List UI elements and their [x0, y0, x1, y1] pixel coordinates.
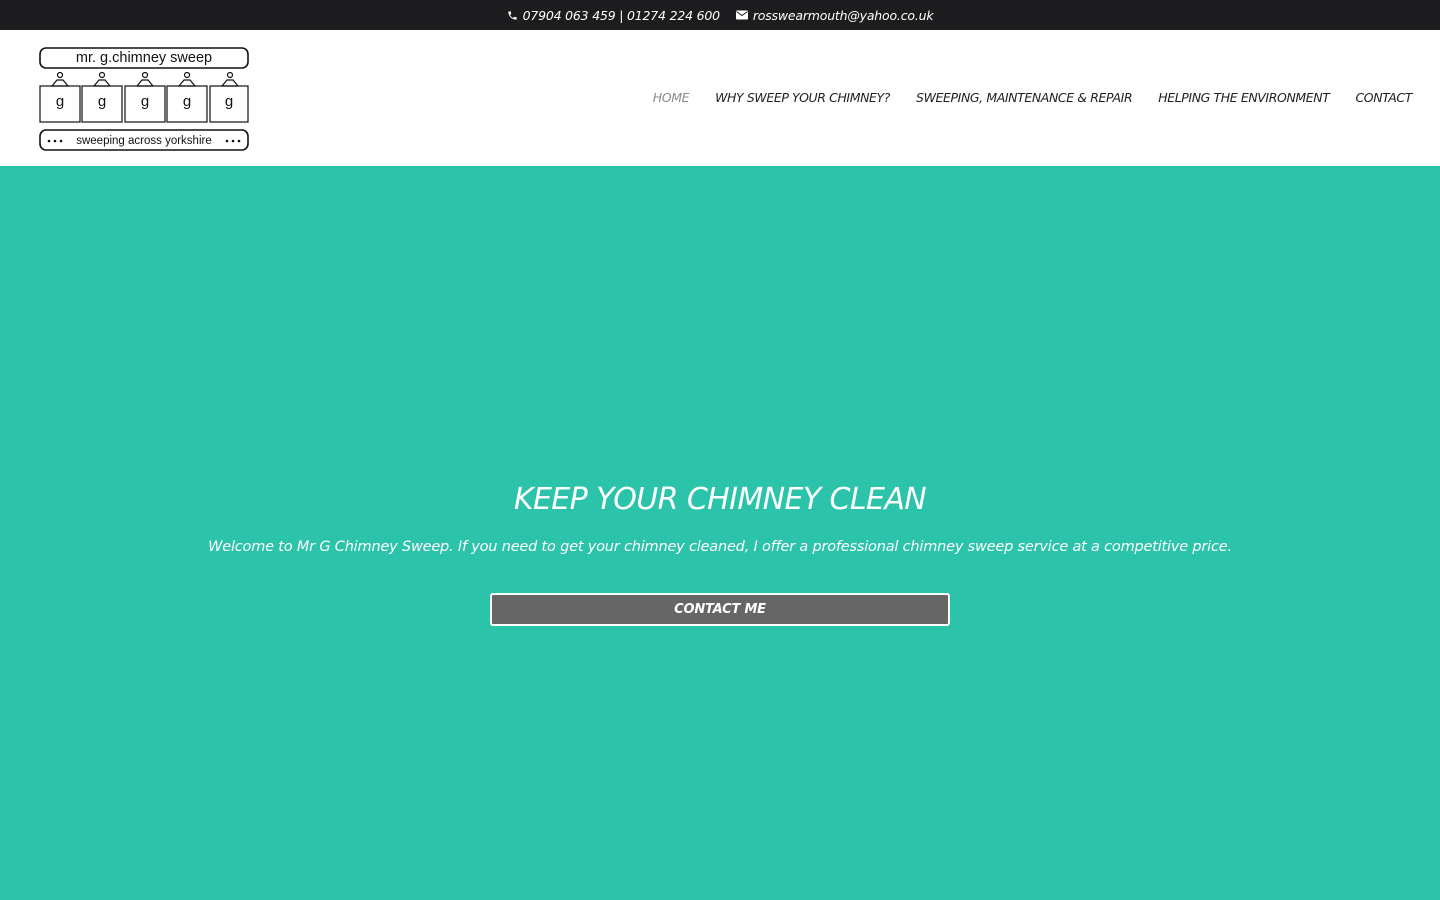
- logo-bag-letter: g: [183, 93, 191, 110]
- logo-tagline: sweeping across yorkshire: [76, 135, 212, 147]
- logo-bag-letter: g: [98, 93, 106, 110]
- email-address: rosswearmouth@yahoo.co.uk: [752, 7, 934, 23]
- phone-numbers: 07904 063 459 | 01274 224 600: [522, 7, 720, 23]
- logo-bag-letter: g: [141, 93, 149, 110]
- logo-title: mr. g.chimney sweep: [76, 50, 212, 66]
- hero-text: Welcome to Mr G Chimney Sweep. If you ne…: [208, 539, 1232, 555]
- email-contact[interactable]: rosswearmouth@yahoo.co.uk: [735, 7, 934, 23]
- nav-item-helping-environment[interactable]: HELPING THE ENVIRONMENT: [1158, 90, 1330, 105]
- top-bar: 07904 063 459 | 01274 224 600 rosswearmo…: [0, 0, 1440, 30]
- logo-bag-letter: g: [56, 93, 64, 110]
- site-header: mr. g.chimney sweep g g g g g sweeping a…: [0, 30, 1440, 166]
- hero-heading: KEEP YOUR CHIMNEY CLEAN: [513, 482, 927, 517]
- nav-item-contact[interactable]: CONTACT: [1355, 90, 1412, 105]
- main-nav: HOME WHY SWEEP YOUR CHIMNEY? SWEEPING, M…: [653, 90, 1413, 105]
- phone-contact[interactable]: 07904 063 459 | 01274 224 600: [507, 8, 720, 23]
- phone-icon: [508, 10, 517, 20]
- envelope-icon: [735, 10, 748, 20]
- nav-item-sweeping-maintenance-repair[interactable]: SWEEPING, MAINTENANCE & REPAIR: [916, 90, 1133, 105]
- hero-section: KEEP YOUR CHIMNEY CLEAN Welcome to Mr G …: [0, 166, 1440, 900]
- contact-me-button[interactable]: CONTACT ME: [490, 593, 950, 626]
- logo-bag-letter: g: [225, 93, 233, 110]
- nav-item-home[interactable]: HOME: [653, 90, 690, 105]
- nav-item-why-sweep[interactable]: WHY SWEEP YOUR CHIMNEY?: [715, 90, 890, 105]
- site-logo[interactable]: mr. g.chimney sweep g g g g g sweeping a…: [38, 46, 252, 152]
